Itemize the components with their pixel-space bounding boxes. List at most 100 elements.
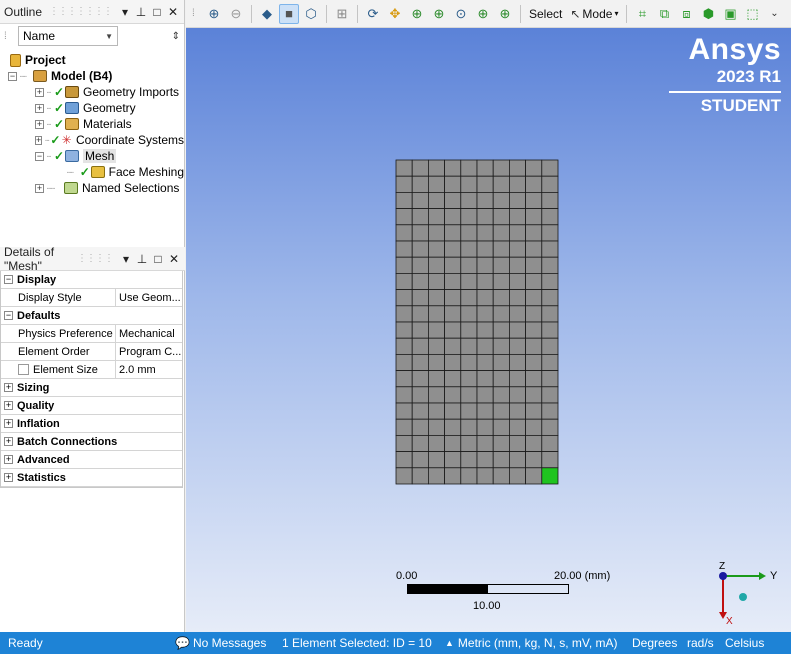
wireframe-icon[interactable]: ⬡ xyxy=(301,4,321,24)
tree-item-project[interactable]: Project xyxy=(0,52,184,68)
mesh-element[interactable] xyxy=(492,192,510,210)
status-angle[interactable]: Degrees xyxy=(632,636,677,650)
mesh-element[interactable] xyxy=(395,402,413,420)
mesh-element[interactable] xyxy=(541,159,559,177)
expand-icon[interactable]: + xyxy=(35,103,44,113)
mesh-element[interactable] xyxy=(525,305,543,323)
mesh-element[interactable] xyxy=(444,208,462,226)
mesh-element[interactable] xyxy=(541,208,559,226)
mesh-element[interactable] xyxy=(460,305,478,323)
mesh-element[interactable] xyxy=(444,418,462,436)
mesh-element[interactable] xyxy=(460,256,478,274)
mesh-element[interactable] xyxy=(476,418,494,436)
row-value[interactable]: Mechanical xyxy=(116,328,182,340)
mesh-element[interactable] xyxy=(525,434,543,452)
mesh-element[interactable] xyxy=(460,273,478,291)
zoom-to-fit-icon[interactable]: ⊙ xyxy=(451,4,471,24)
mesh-element[interactable] xyxy=(428,451,446,469)
mesh-element[interactable] xyxy=(492,289,510,307)
mesh-element[interactable] xyxy=(541,353,559,371)
mesh-element[interactable] xyxy=(492,353,510,371)
mesh-element[interactable] xyxy=(411,289,429,307)
mesh-element[interactable] xyxy=(509,256,527,274)
tree-item-named-selections[interactable]: + ······ Named Selections xyxy=(0,180,184,196)
mesh-element[interactable] xyxy=(541,337,559,355)
mesh-element[interactable] xyxy=(411,337,429,355)
mesh-element[interactable] xyxy=(509,370,527,388)
mesh-element[interactable] xyxy=(395,256,413,274)
mesh-grid[interactable] xyxy=(395,159,559,485)
mesh-element[interactable] xyxy=(492,386,510,404)
mesh-element[interactable] xyxy=(444,337,462,355)
mesh-element[interactable] xyxy=(509,159,527,177)
mesh-element[interactable] xyxy=(541,434,559,452)
graphics-viewport[interactable]: Ansys 2023 R1 STUDENT 0.00 20.00 (mm) 10… xyxy=(186,28,791,632)
collapse-icon[interactable]: − xyxy=(8,71,17,81)
group-sizing[interactable]: + Sizing xyxy=(1,379,182,397)
mesh-element[interactable] xyxy=(476,192,494,210)
zoom-icon[interactable]: ⊕ xyxy=(407,4,427,24)
row-physics-preference[interactable]: Physics Preference Mechanical xyxy=(1,325,182,343)
row-element-order[interactable]: Element Order Program C... xyxy=(1,343,182,361)
dropdown-arrow-icon[interactable]: ▾ xyxy=(119,252,133,266)
mesh-element[interactable] xyxy=(460,208,478,226)
mesh-element[interactable] xyxy=(509,353,527,371)
status-temperature[interactable]: Celsius xyxy=(725,636,764,650)
name-filter-select[interactable]: Name ▼ xyxy=(18,26,118,46)
mesh-element[interactable] xyxy=(395,370,413,388)
mesh-element[interactable] xyxy=(411,370,429,388)
mesh-element[interactable] xyxy=(476,451,494,469)
expand-icon[interactable]: + xyxy=(4,419,13,428)
mesh-element[interactable] xyxy=(492,240,510,258)
mesh-element[interactable] xyxy=(492,402,510,420)
mesh-element[interactable] xyxy=(525,256,543,274)
mesh-element[interactable] xyxy=(444,353,462,371)
mesh-element[interactable] xyxy=(428,418,446,436)
mesh-element[interactable] xyxy=(460,386,478,404)
shaded-icon[interactable]: ■ xyxy=(279,3,299,24)
mesh-element[interactable] xyxy=(444,289,462,307)
box-zoom-icon[interactable]: ⊕ xyxy=(429,4,449,24)
previous-view-icon[interactable]: ⊕ xyxy=(495,4,515,24)
select-element-icon[interactable]: ⬚ xyxy=(742,4,762,24)
mesh-element[interactable] xyxy=(509,208,527,226)
mesh-element[interactable] xyxy=(428,434,446,452)
mesh-element[interactable] xyxy=(411,208,429,226)
mesh-element[interactable] xyxy=(444,273,462,291)
mesh-element[interactable] xyxy=(395,289,413,307)
mesh-element[interactable] xyxy=(476,256,494,274)
tree-item-materials[interactable]: + ··· ✓ Materials xyxy=(0,116,184,132)
mesh-element[interactable] xyxy=(395,353,413,371)
mesh-element[interactable] xyxy=(428,370,446,388)
select-face-icon[interactable]: ⧈ xyxy=(676,4,696,24)
mesh-element[interactable] xyxy=(411,353,429,371)
mesh-element[interactable] xyxy=(509,451,527,469)
collapse-icon[interactable]: − xyxy=(4,311,13,320)
tree-item-coordinate-systems[interactable]: + ··· ✓ ✳ Coordinate Systems xyxy=(0,132,184,148)
mesh-element[interactable] xyxy=(395,159,413,177)
mesh-element[interactable] xyxy=(428,273,446,291)
selected-mesh-element[interactable] xyxy=(541,467,559,485)
zoom-in-icon[interactable]: ⊕ xyxy=(204,4,224,24)
group-inflation[interactable]: + Inflation xyxy=(1,415,182,433)
mesh-element[interactable] xyxy=(411,467,429,485)
mesh-element[interactable] xyxy=(428,256,446,274)
mesh-element[interactable] xyxy=(541,224,559,242)
group-defaults[interactable]: − Defaults xyxy=(1,307,182,325)
mesh-element[interactable] xyxy=(411,451,429,469)
mesh-element[interactable] xyxy=(444,159,462,177)
mesh-element[interactable] xyxy=(541,451,559,469)
mesh-element[interactable] xyxy=(428,175,446,193)
mesh-element[interactable] xyxy=(525,289,543,307)
expand-icon[interactable]: + xyxy=(35,135,43,145)
mesh-element[interactable] xyxy=(411,224,429,242)
mesh-element[interactable] xyxy=(411,418,429,436)
mesh-element[interactable] xyxy=(428,240,446,258)
row-display-style[interactable]: Display Style Use Geom... xyxy=(1,289,182,307)
mesh-element[interactable] xyxy=(428,192,446,210)
mesh-element[interactable] xyxy=(428,467,446,485)
mesh-element[interactable] xyxy=(411,402,429,420)
select-node-icon[interactable]: ▣ xyxy=(720,4,740,24)
mesh-element[interactable] xyxy=(541,192,559,210)
mesh-element[interactable] xyxy=(460,451,478,469)
